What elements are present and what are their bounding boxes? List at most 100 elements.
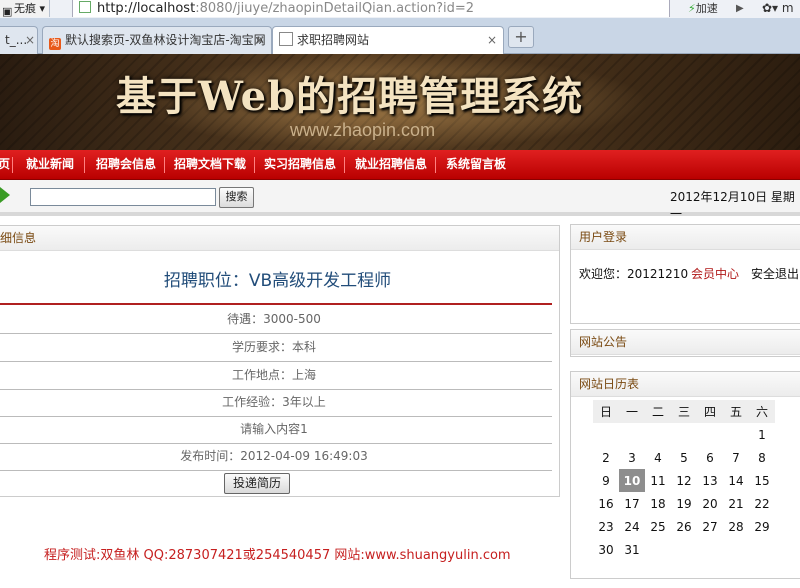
calendar-day[interactable]: 25 bbox=[645, 515, 671, 538]
tab-title: t_... bbox=[5, 33, 28, 47]
new-tab-button[interactable]: + bbox=[508, 26, 534, 48]
detail-row-description: 请输入内容1 bbox=[0, 416, 552, 444]
nav-item-job-fair[interactable]: 招聘会信息 bbox=[96, 150, 156, 179]
welcome-text: 欢迎您：20121210 bbox=[579, 267, 689, 281]
close-icon[interactable]: × bbox=[25, 27, 35, 53]
chevron-down-icon: ▾ bbox=[39, 2, 46, 15]
calendar-day[interactable]: 8 bbox=[749, 446, 775, 469]
panel-title: 细信息 bbox=[0, 226, 559, 251]
weekday-header: 六 bbox=[749, 400, 775, 423]
calendar-day[interactable]: 14 bbox=[723, 469, 749, 492]
search-input[interactable] bbox=[30, 188, 216, 206]
calendar-empty-cell bbox=[697, 538, 723, 561]
green-arrow-icon bbox=[0, 187, 10, 203]
calendar-day[interactable]: 13 bbox=[697, 469, 723, 492]
weekday-header: 三 bbox=[671, 400, 697, 423]
tab-3-active[interactable]: 求职招聘网站 × bbox=[272, 26, 504, 55]
calendar-day[interactable]: 24 bbox=[619, 515, 645, 538]
calendar-day[interactable]: 15 bbox=[749, 469, 775, 492]
tab-strip: t_... × 淘默认搜索页-双鱼林设计淘宝店-淘宝网 × 求职招聘网站 × + bbox=[0, 18, 800, 55]
calendar-day[interactable]: 11 bbox=[645, 469, 671, 492]
incognito-menu-button[interactable]: ▣ 无痕 ▾ bbox=[0, 0, 51, 18]
calendar-day[interactable]: 26 bbox=[671, 515, 697, 538]
weekday-header: 日 bbox=[593, 400, 619, 423]
accelerate-button[interactable]: ⚡加速 bbox=[688, 0, 718, 17]
calendar-day[interactable]: 1 bbox=[749, 423, 775, 446]
calendar-day[interactable]: 2 bbox=[593, 446, 619, 469]
calendar-empty-cell bbox=[619, 423, 645, 446]
page-icon bbox=[279, 32, 293, 46]
calendar-day[interactable]: 6 bbox=[697, 446, 723, 469]
calendar-day[interactable]: 27 bbox=[697, 515, 723, 538]
footer-credits: 程序测试:双鱼林 QQ:287307421或254540457 网站:www.s… bbox=[44, 548, 511, 563]
calendar-day[interactable]: 22 bbox=[749, 492, 775, 515]
detail-row-publish-time: 发布时间：2012-04-09 16:49:03 bbox=[0, 443, 552, 471]
nav-divider bbox=[254, 157, 255, 173]
nav-item-docs[interactable]: 招聘文档下载 bbox=[174, 150, 246, 179]
url-input[interactable]: http://localhost:8080/jiuye/zhaopinDetai… bbox=[72, 0, 670, 17]
extension-button[interactable]: ✿▾ m bbox=[762, 0, 794, 17]
member-center-link[interactable]: 会员中心 bbox=[691, 265, 739, 282]
calendar-day[interactable]: 17 bbox=[619, 492, 645, 515]
weekday-header: 四 bbox=[697, 400, 723, 423]
login-box: 用户登录 欢迎您：20121210 会员中心 安全退出 bbox=[570, 224, 800, 324]
calendar-empty-cell bbox=[697, 423, 723, 446]
tab-2[interactable]: 淘默认搜索页-双鱼林设计淘宝店-淘宝网 × bbox=[42, 26, 272, 54]
tab-1[interactable]: t_... × bbox=[0, 26, 38, 54]
nav-item-guestbook[interactable]: 系统留言板 bbox=[446, 150, 506, 179]
calendar-day[interactable]: 21 bbox=[723, 492, 749, 515]
detail-row-location: 工作地点：上海 bbox=[0, 362, 552, 390]
calendar-day[interactable]: 28 bbox=[723, 515, 749, 538]
detail-row-education: 学历要求：本科 bbox=[0, 334, 552, 362]
calendar-empty-cell bbox=[593, 423, 619, 446]
calendar-empty-cell bbox=[723, 538, 749, 561]
calendar-day[interactable]: 12 bbox=[671, 469, 697, 492]
logout-link[interactable]: 安全退出 bbox=[751, 265, 799, 282]
close-icon[interactable]: × bbox=[255, 27, 265, 53]
calendar-day[interactable]: 3 bbox=[619, 446, 645, 469]
calendar-empty-cell bbox=[671, 423, 697, 446]
site-url: www.zhaopin.com bbox=[290, 120, 436, 140]
close-icon[interactable]: × bbox=[487, 27, 497, 53]
calendar-day[interactable]: 20 bbox=[697, 492, 723, 515]
job-detail-panel: 细信息 招聘职位：VB高级开发工程师 待遇：3000-500 学历要求：本科 工… bbox=[0, 225, 560, 497]
calendar-empty-cell bbox=[671, 538, 697, 561]
calendar-day[interactable]: 30 bbox=[593, 538, 619, 561]
calendar-box: 网站日历表 日一二三四五六 1 2 3 4 5 6 7 8 9 10 11 12 13 14 15 16 17 1… bbox=[570, 371, 800, 579]
nav-divider bbox=[12, 157, 13, 173]
nav-item-home[interactable]: 页 bbox=[0, 150, 10, 179]
nav-item-news[interactable]: 就业新闻 bbox=[26, 150, 74, 179]
nav-item-jobs[interactable]: 就业招聘信息 bbox=[355, 150, 427, 179]
calendar-day-today[interactable]: 10 bbox=[619, 469, 645, 492]
calendar-day[interactable]: 4 bbox=[645, 446, 671, 469]
nav-divider bbox=[344, 157, 345, 173]
site-title: 基于Web的招聘管理系统 bbox=[116, 73, 584, 120]
login-title: 用户登录 bbox=[571, 225, 800, 250]
calendar-day[interactable]: 9 bbox=[593, 469, 619, 492]
weekday-header: 五 bbox=[723, 400, 749, 423]
calendar-day[interactable]: 18 bbox=[645, 492, 671, 515]
detail-row-salary: 待遇：3000-500 bbox=[0, 306, 552, 334]
detail-row-experience: 工作经验：3年以上 bbox=[0, 389, 552, 417]
extension-icon: ✿▾ bbox=[762, 1, 779, 15]
site-banner: 基于Web的招聘管理系统 www.zhaopin.com bbox=[0, 54, 800, 150]
calendar-day[interactable]: 5 bbox=[671, 446, 697, 469]
calendar-week: 16 17 18 19 20 21 22 bbox=[593, 492, 775, 515]
current-date: 2012年12月10日 星期一 bbox=[670, 190, 795, 221]
play-button[interactable]: ▶ bbox=[736, 0, 744, 17]
nav-divider bbox=[435, 157, 436, 173]
tab-title: 求职招聘网站 bbox=[297, 33, 370, 47]
calendar-day[interactable]: 19 bbox=[671, 492, 697, 515]
notice-title: 网站公告 bbox=[571, 330, 800, 355]
notice-box: 网站公告 bbox=[570, 329, 800, 357]
calendar-day[interactable]: 7 bbox=[723, 446, 749, 469]
calendar-day[interactable]: 31 bbox=[619, 538, 645, 561]
calendar-day[interactable]: 23 bbox=[593, 515, 619, 538]
submit-resume-button[interactable]: 投递简历 bbox=[224, 473, 290, 494]
search-button[interactable]: 搜索 bbox=[219, 187, 254, 208]
calendar-empty-cell bbox=[645, 423, 671, 446]
calendar-day[interactable]: 29 bbox=[749, 515, 775, 538]
title-divider bbox=[0, 303, 552, 305]
nav-item-internships[interactable]: 实习招聘信息 bbox=[264, 150, 336, 179]
calendar-day[interactable]: 16 bbox=[593, 492, 619, 515]
